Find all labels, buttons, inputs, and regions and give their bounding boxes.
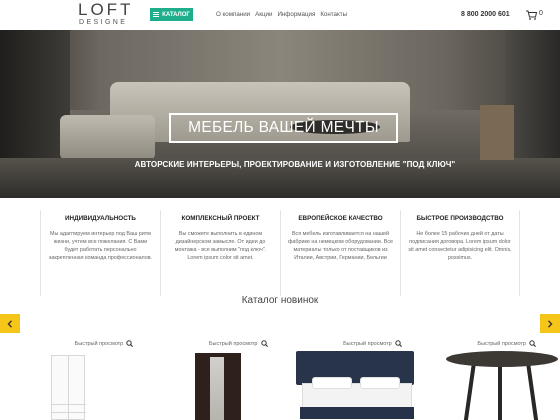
nav-item-info[interactable]: Информация <box>277 11 315 18</box>
feature-european-quality: ЕВРОПЕЙСКОЕ КАЧЕСТВО Вся мебель изготавл… <box>280 210 400 296</box>
chevron-left-icon <box>7 319 13 328</box>
feature-fast-production: БЫСТРОЕ ПРОИЗВОДСТВО Не более 15 рабочих… <box>400 210 520 296</box>
carousel-prev-button[interactable] <box>0 314 20 333</box>
features-row: ИНДИВИДУАЛЬНОСТЬ Мы адаптируем интерьер … <box>40 210 520 296</box>
feature-title: ЕВРОПЕЙСКОЕ КАЧЕСТВО <box>298 215 383 222</box>
feature-title: КОМПЛЕКСНЫЙ ПРОЕКТ <box>181 215 260 222</box>
site-header: LOFT DESIGNE КАТАЛОГ О компании Акции Ин… <box>0 0 560 30</box>
hero-photo-stool <box>480 105 514 160</box>
main-nav: О компании Акции Информация Контакты <box>216 11 347 18</box>
quick-view-label: Быстрый просмотр <box>208 340 258 347</box>
quick-view-button[interactable]: Быстрый просмотр <box>343 340 402 347</box>
feature-text: Мы адаптируем интерьер под Ваш ритм жизн… <box>48 231 153 261</box>
feature-title: ИНДИВИДУАЛЬНОСТЬ <box>65 215 136 222</box>
logo-wordmark: LOFT <box>78 0 134 19</box>
feature-text: Вы сможете выполнить в едином дизайнерск… <box>174 231 267 261</box>
product-carousel: Быстрый просмотр Быстрый просмотр Быстры… <box>23 337 560 420</box>
catalog-button-label: КАТАЛОГ <box>162 11 190 18</box>
quick-view-button[interactable]: Быстрый просмотр <box>75 340 134 347</box>
hero-title: МЕБЕЛЬ ВАШЕЙ МЕЧТЫ <box>169 113 398 143</box>
carousel-next-button[interactable] <box>540 314 560 333</box>
feature-text: Вся мебель изготавливается на нашей фабр… <box>287 231 394 261</box>
cart-icon <box>526 10 537 20</box>
product-card[interactable]: Быстрый просмотр <box>157 337 273 420</box>
nav-item-contacts[interactable]: Контакты <box>320 11 347 18</box>
hero-photo-sofa-corner <box>60 115 155 160</box>
catalog-button[interactable]: КАТАЛОГ <box>150 8 193 21</box>
phone-number[interactable]: 8 800 2000 601 <box>461 11 510 18</box>
product-image-round-table <box>444 351 560 420</box>
hero-banner: МЕБЕЛЬ ВАШЕЙ МЕЧТЫ АВТОРСКИЕ ИНТЕРЬЕРЫ, … <box>0 30 560 198</box>
search-icon <box>529 340 536 347</box>
quick-view-label: Быстрый просмотр <box>343 340 392 347</box>
feature-individuality: ИНДИВИДУАЛЬНОСТЬ Мы адаптируем интерьер … <box>40 210 160 296</box>
feature-title: БЫСТРОЕ ПРОИЗВОДСТВО <box>416 215 504 222</box>
quick-view-label: Быстрый просмотр <box>74 340 124 347</box>
catalog-section-title: Каталог новинок <box>241 295 319 306</box>
product-card[interactable]: Быстрый просмотр <box>23 337 139 420</box>
logo-subtitle: DESIGNE <box>79 19 128 26</box>
feature-text: Не более 15 рабочих дней от даты подписа… <box>408 231 512 261</box>
menu-icon <box>153 12 160 17</box>
product-image-dark-wardrobe <box>195 353 242 420</box>
quick-view-button[interactable]: Быстрый просмотр <box>209 340 268 347</box>
nav-item-about[interactable]: О компании <box>216 11 250 18</box>
search-icon <box>260 340 268 347</box>
search-icon <box>126 340 134 347</box>
hero-subtitle: АВТОРСКИЕ ИНТЕРЬЕРЫ, ПРОЕКТИРОВАНИЕ И ИЗ… <box>134 160 456 169</box>
logo[interactable]: LOFT DESIGNE <box>78 1 130 29</box>
search-icon <box>395 340 402 347</box>
product-card[interactable]: Быстрый просмотр <box>426 337 558 420</box>
product-image-bed <box>294 351 418 420</box>
nav-item-promotions[interactable]: Акции <box>255 11 272 18</box>
feature-complex-project: КОМПЛЕКСНЫЙ ПРОЕКТ Вы сможете выполнить … <box>160 210 280 296</box>
cart-count: 0 <box>539 10 543 17</box>
cart-button[interactable]: 0 <box>526 10 550 20</box>
product-image-white-wardrobe <box>51 355 86 420</box>
chevron-right-icon <box>547 319 553 328</box>
quick-view-label: Быстрый просмотр <box>477 340 526 347</box>
product-card[interactable]: Быстрый просмотр <box>292 337 414 420</box>
quick-view-button[interactable]: Быстрый просмотр <box>477 340 536 347</box>
